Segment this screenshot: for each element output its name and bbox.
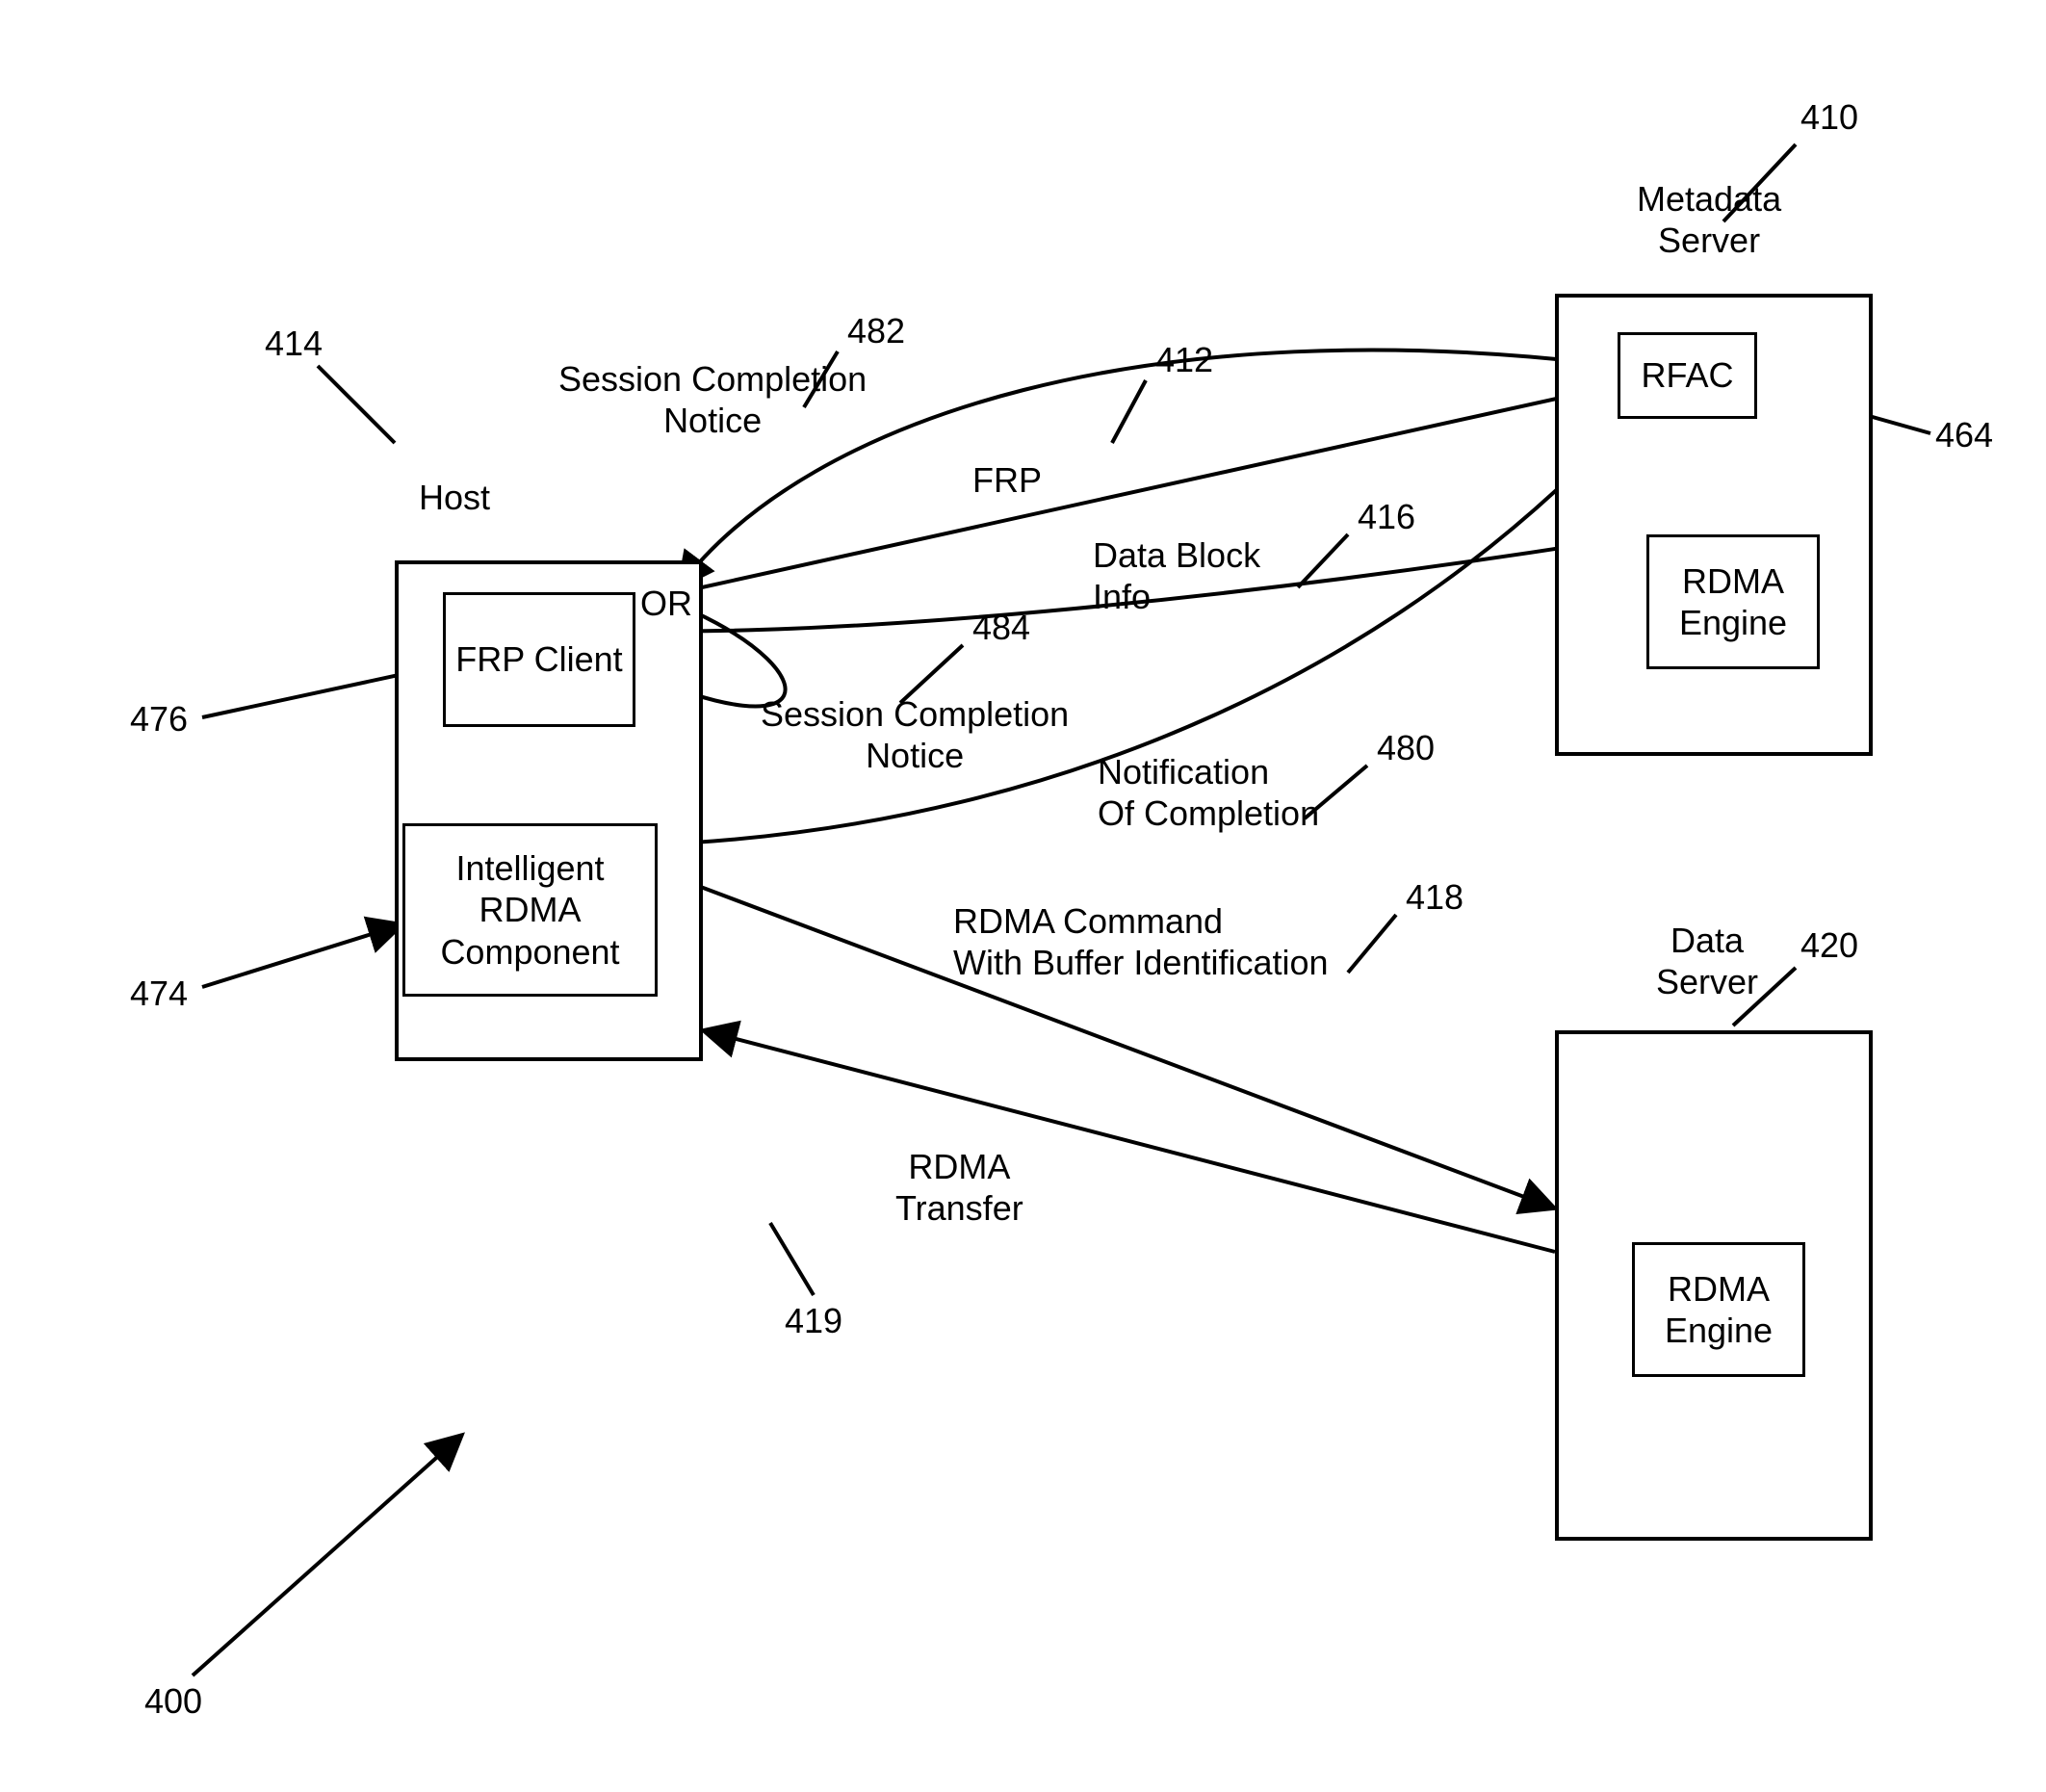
label-notification-completion: Notification Of Completion xyxy=(1098,751,1319,834)
label-rdma-transfer: RDMA Transfer xyxy=(895,1146,1023,1229)
ref-412: 412 xyxy=(1155,339,1213,380)
ref-400: 400 xyxy=(144,1680,202,1722)
rfac-label: RFAC xyxy=(1641,354,1733,396)
label-session-completion-482: Session Completion Notice xyxy=(558,358,867,441)
diagram-canvas: Host FRP Client OR Intelligent RDMA Comp… xyxy=(0,0,2046,1792)
ref-419: 419 xyxy=(785,1300,842,1341)
rdma-engine-data-label: RDMA Engine xyxy=(1645,1268,1793,1351)
data-server-label: Data Server xyxy=(1656,920,1758,1002)
ref-480: 480 xyxy=(1377,727,1435,768)
metadata-server-label: Metadata Server xyxy=(1637,178,1781,261)
rfac-box: RFAC xyxy=(1618,332,1757,419)
intelligent-rdma-label: Intelligent RDMA Component xyxy=(415,847,645,973)
label-data-block-info: Data Block Info xyxy=(1093,534,1260,617)
rdma-engine-meta-box: RDMA Engine xyxy=(1646,534,1820,669)
frp-client-box: FRP Client xyxy=(443,592,635,727)
ref-414: 414 xyxy=(265,323,323,364)
ref-476: 476 xyxy=(130,698,188,740)
ref-484: 484 xyxy=(972,607,1030,648)
rdma-engine-data-box: RDMA Engine xyxy=(1632,1242,1805,1377)
ref-464: 464 xyxy=(1935,414,1993,455)
label-frp: FRP xyxy=(972,459,1042,501)
ref-418: 418 xyxy=(1406,876,1463,918)
ref-482: 482 xyxy=(847,310,905,351)
ref-416: 416 xyxy=(1358,496,1415,537)
intelligent-rdma-box: Intelligent RDMA Component xyxy=(402,823,658,997)
label-rdma-command: RDMA Command With Buffer Identification xyxy=(953,900,1329,983)
rdma-engine-meta-label: RDMA Engine xyxy=(1659,560,1807,643)
host-label: Host xyxy=(419,477,490,518)
frp-client-label: FRP Client xyxy=(455,638,622,680)
ref-474: 474 xyxy=(130,973,188,1014)
ref-420: 420 xyxy=(1800,924,1858,966)
label-session-completion-484: Session Completion Notice xyxy=(761,693,1069,776)
ref-410: 410 xyxy=(1800,96,1858,138)
or-label: OR xyxy=(640,583,692,624)
